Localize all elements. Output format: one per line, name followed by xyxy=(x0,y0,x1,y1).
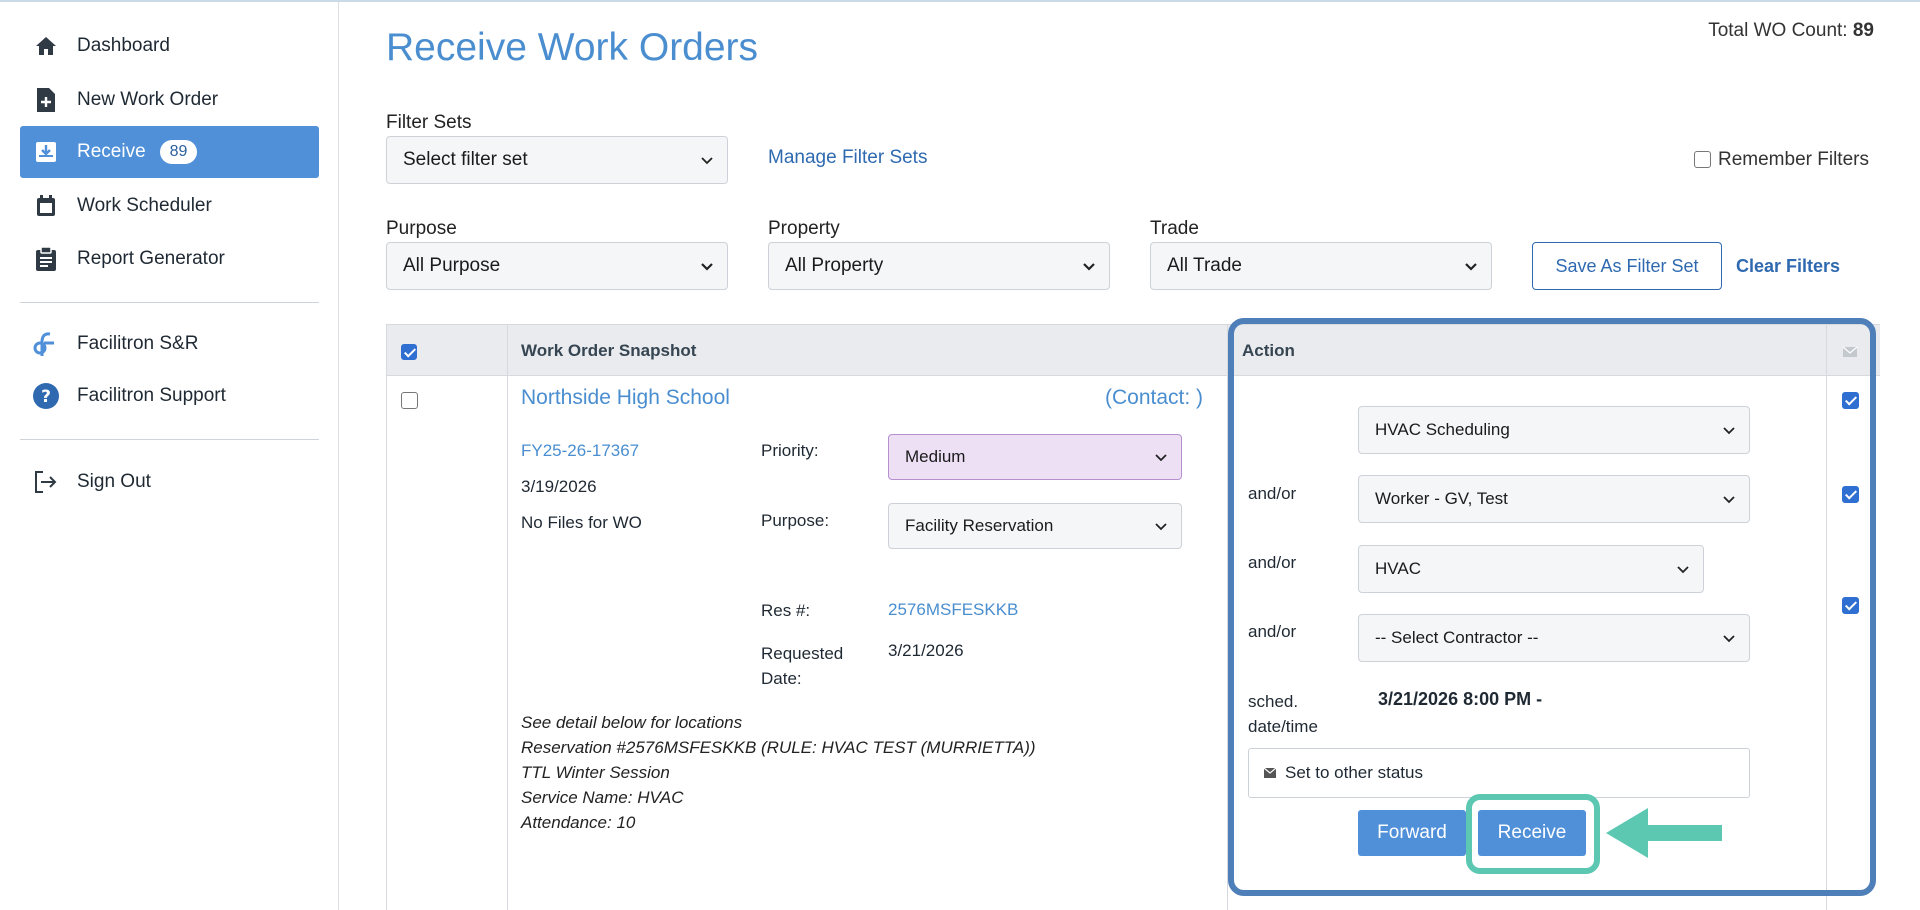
sidebar-item-label: Work Scheduler xyxy=(77,195,212,216)
sidebar-item-receive[interactable]: Receive 89 xyxy=(20,126,319,178)
manage-filter-sets-link[interactable]: Manage Filter Sets xyxy=(768,147,927,169)
filter-sets-label: Filter Sets xyxy=(386,112,472,133)
wo-date: 3/19/2026 xyxy=(521,477,597,496)
chevron-down-icon xyxy=(1155,454,1167,462)
file-plus-icon xyxy=(32,86,60,114)
sidebar-item-facilitron-support[interactable]: ? Facilitron Support xyxy=(20,370,319,422)
wo-files: No Files for WO xyxy=(521,513,642,532)
table-border xyxy=(386,324,387,910)
requested-date-value: 3/21/2026 xyxy=(888,641,964,660)
column-header-snapshot: Work Order Snapshot xyxy=(521,341,697,360)
property-label: Property xyxy=(768,218,840,239)
detail-line: See detail below for locations xyxy=(521,713,743,732)
select-value: Medium xyxy=(905,447,966,466)
chevron-down-icon xyxy=(701,263,713,271)
sidebar-item-new-work-order[interactable]: New Work Order xyxy=(20,74,319,126)
remember-filters-label: Remember Filters xyxy=(1718,149,1869,170)
count-badge: 89 xyxy=(159,140,198,164)
purpose-label: Purpose xyxy=(386,218,457,239)
chevron-down-icon xyxy=(1083,263,1095,271)
sidebar-item-label: Receive xyxy=(77,141,146,162)
save-as-filter-set-button[interactable]: Save As Filter Set xyxy=(1532,242,1722,290)
school-name-link[interactable]: Northside High School xyxy=(521,386,730,410)
table-column-divider xyxy=(507,324,508,910)
svg-text:?: ? xyxy=(41,387,51,407)
page-title: Receive Work Orders xyxy=(386,26,759,69)
purpose-select[interactable]: All Purpose xyxy=(386,242,728,290)
trade-select[interactable]: All Trade xyxy=(1150,242,1492,290)
clear-filters-link[interactable]: Clear Filters xyxy=(1736,256,1840,277)
priority-select[interactable]: Medium xyxy=(888,434,1182,480)
res-number-link[interactable]: 2576MSFESKKB xyxy=(888,600,1018,620)
facilitron-logo-icon xyxy=(32,330,60,358)
priority-label: Priority: xyxy=(761,441,819,460)
select-value: Facility Reservation xyxy=(905,516,1054,535)
row-select-checkbox[interactable] xyxy=(401,392,418,409)
total-value: 89 xyxy=(1852,20,1874,41)
sidebar-item-label: Sign Out xyxy=(77,471,151,492)
total-label: Total WO Count: xyxy=(1708,20,1848,41)
res-label: Res #: xyxy=(761,601,811,620)
property-select[interactable]: All Property xyxy=(768,242,1110,290)
sidebar-item-label: New Work Order xyxy=(77,89,219,110)
select-value: All Property xyxy=(785,255,884,276)
wo-details: See detail below for locations Reservati… xyxy=(521,710,1221,835)
select-value: Select filter set xyxy=(403,149,528,170)
sidebar-divider xyxy=(20,302,319,303)
inbox-download-icon xyxy=(32,138,60,166)
select-all-checkbox[interactable] xyxy=(401,344,417,360)
detail-line: TTL Winter Session xyxy=(521,763,670,782)
detail-line: Service Name: HVAC xyxy=(521,788,684,807)
chevron-down-icon xyxy=(1465,263,1477,271)
sidebar-item-facilitron-sr[interactable]: Facilitron S&R xyxy=(20,318,319,370)
wo-number-link[interactable]: FY25-26-17367 xyxy=(521,441,639,461)
home-icon xyxy=(32,32,60,60)
detail-line: Attendance: 10 xyxy=(521,813,636,832)
remember-filters-checkbox[interactable] xyxy=(1694,151,1711,168)
arrow-pointer-icon xyxy=(1604,806,1724,865)
sidebar-item-label: Facilitron Support xyxy=(77,385,226,406)
chevron-down-icon xyxy=(1155,523,1167,531)
purpose-field-label: Purpose: xyxy=(761,511,830,530)
trade-label: Trade xyxy=(1150,218,1199,239)
wo-purpose-select[interactable]: Facility Reservation xyxy=(888,503,1182,549)
chevron-down-icon xyxy=(701,157,713,165)
sidebar-item-sign-out[interactable]: Sign Out xyxy=(20,456,319,508)
requested-date-label: Requested Date: xyxy=(761,644,844,688)
sidebar-item-label: Dashboard xyxy=(77,35,170,56)
sidebar-item-label: Facilitron S&R xyxy=(77,333,199,354)
sign-out-icon xyxy=(32,468,60,496)
contact-link[interactable]: (Contact: ) xyxy=(1105,386,1203,410)
receive-highlight-frame xyxy=(1466,794,1600,874)
detail-line: Reservation #2576MSFESKKB (RULE: HVAC TE… xyxy=(521,738,1036,757)
calendar-icon xyxy=(32,192,60,220)
question-circle-icon: ? xyxy=(32,382,60,410)
sidebar-divider xyxy=(20,439,319,440)
clipboard-icon xyxy=(32,245,60,273)
sidebar: Dashboard New Work Order Receive 89 Work… xyxy=(0,2,339,910)
filter-set-select[interactable]: Select filter set xyxy=(386,136,728,184)
total-wo-count: Total WO Count: 89 xyxy=(1708,20,1874,42)
sidebar-item-report-generator[interactable]: Report Generator xyxy=(20,233,319,285)
sidebar-item-label: Report Generator xyxy=(77,248,225,269)
sidebar-item-dashboard[interactable]: Dashboard xyxy=(20,20,319,72)
select-value: All Trade xyxy=(1167,255,1242,276)
select-value: All Purpose xyxy=(403,255,501,276)
sidebar-item-work-scheduler[interactable]: Work Scheduler xyxy=(20,180,319,232)
